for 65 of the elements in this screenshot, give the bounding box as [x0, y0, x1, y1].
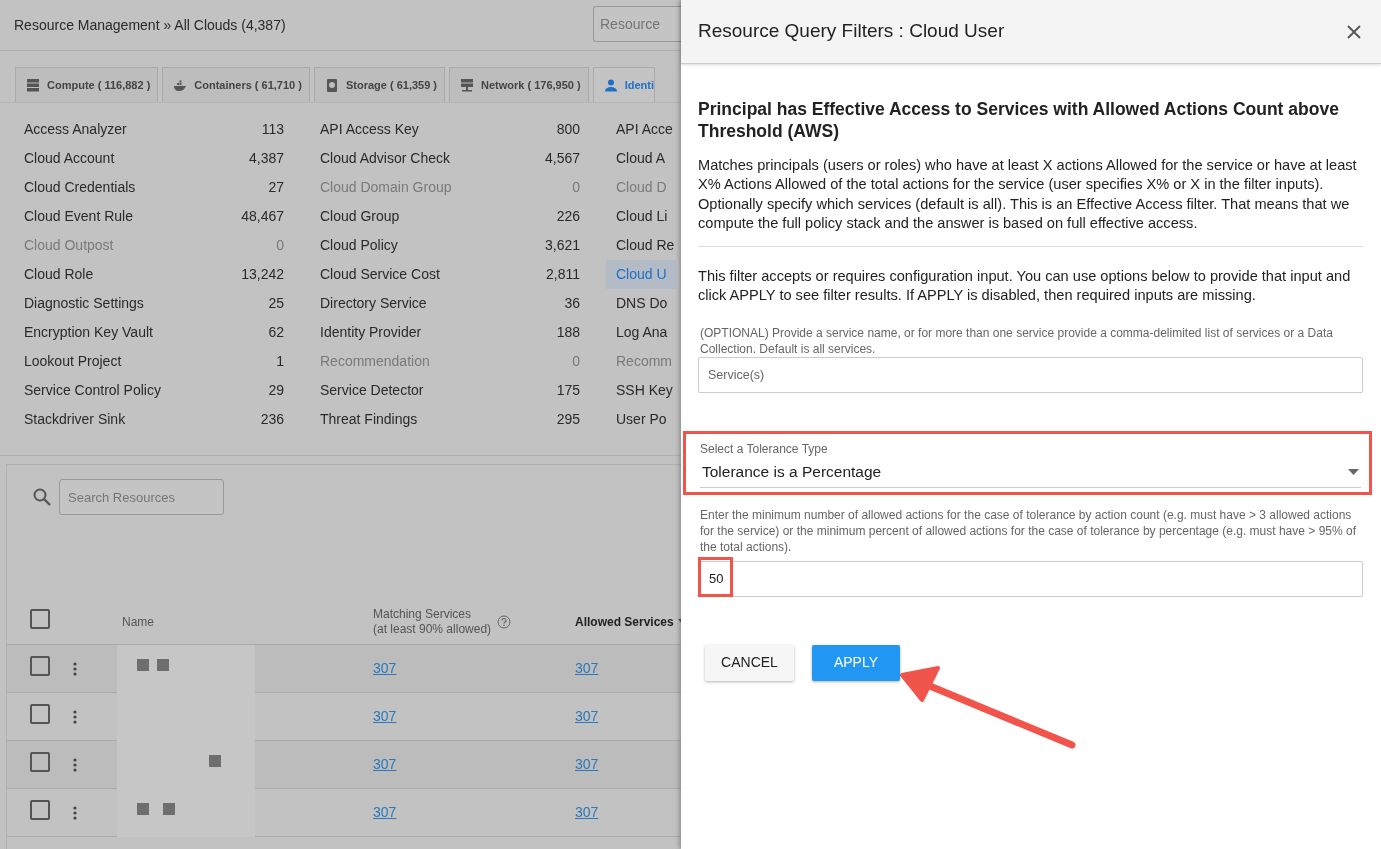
row-checkbox[interactable] [30, 655, 50, 676]
column-header[interactable]: Matching Services (at least 90% allowed) [373, 606, 492, 637]
services-field[interactable]: Service(s) [698, 357, 1363, 394]
field-label: Enter the minimum number of allowed actions for the case of tolerance by action count (e.g. must have > 3 allowed actions for the service) or the minimum percent of allowed actions for the case of tolerance by percentage (e.g. must have > 95% of the total actions). [700, 506, 1357, 555]
resource-item[interactable]: Identity Provider 188 [320, 318, 580, 347]
resource-item[interactable]: SSH Key [616, 380, 673, 401]
kebab-menu-icon[interactable] [73, 710, 77, 725]
network-icon [461, 78, 473, 92]
breadcrumb: Resource Management » All Clouds (4,387) [14, 15, 286, 35]
threshold-field[interactable]: 50 [698, 560, 1363, 597]
resource-item[interactable]: Directory Service 36 [320, 289, 580, 318]
category-tab[interactable]: Network ( 176,950 ) [449, 67, 589, 102]
row-checkbox[interactable] [30, 751, 50, 772]
resource-item[interactable]: Cloud Policy 3,621 [320, 231, 580, 260]
resource-item[interactable]: Cloud Service Cost 2,811 [320, 260, 580, 289]
kebab-menu-icon[interactable] [73, 758, 77, 773]
category-tab[interactable]: Storage ( 61,359 ) [313, 67, 445, 102]
resource-item[interactable]: Cloud Advisor Check 4,567 [320, 144, 580, 173]
resource-item[interactable]: User Po [616, 409, 667, 430]
resource-item[interactable]: Cloud Event Rule 48,467 [24, 202, 284, 231]
close-icon [1347, 25, 1361, 40]
resource-item[interactable]: Service Detector 175 [320, 376, 580, 405]
kebab-menu-icon[interactable] [73, 662, 77, 677]
resource-item[interactable]: Cloud Re [616, 235, 675, 256]
resource-item[interactable]: Stackdriver Sink 236 [24, 405, 284, 434]
cancel-button[interactable]: CANCEL [705, 644, 794, 681]
dropdown-caret-icon [1348, 469, 1359, 476]
resource-item[interactable]: Access Analyzer 113 [24, 115, 284, 144]
help-icon[interactable] [497, 614, 512, 629]
column-header[interactable]: Name [122, 612, 154, 631]
resource-item[interactable]: Cloud Role 13,242 [24, 260, 284, 289]
resource-item[interactable]: Cloud Credentials 27 [24, 173, 284, 202]
category-tab[interactable]: Containers ( 61,710 ) [162, 67, 310, 102]
field-label: (OPTIONAL) Provide a service name, or for more than one service provide a comma-delimited list of services or a Data Collection. Default is all services. [700, 325, 1334, 358]
search-field[interactable]: Search Resources [59, 479, 224, 515]
drawer-title: Resource Query Filters : Cloud User [698, 20, 1005, 43]
row-checkbox[interactable] [30, 703, 50, 724]
column-header[interactable]: Allowed Services [575, 612, 674, 631]
field-label: Select a Tolerance Type [700, 441, 829, 459]
server-icon [27, 78, 39, 92]
whale-icon [174, 78, 187, 92]
resource-item[interactable]: API Acce [616, 119, 673, 140]
resource-item[interactable]: Diagnostic Settings 25 [24, 289, 284, 318]
resource-item[interactable]: Cloud Li [616, 206, 668, 227]
person-icon [604, 78, 617, 92]
kebab-menu-icon[interactable] [73, 806, 77, 821]
select-all-checkbox[interactable] [30, 609, 50, 629]
resource-item[interactable]: Cloud Account 4,387 [24, 144, 284, 173]
search-icon [33, 488, 51, 506]
row-checkbox[interactable] [30, 799, 50, 820]
resource-item[interactable]: Log Ana [616, 322, 668, 343]
info-text: This filter accepts or requires configuration input. You can use options below to provide that input and click APPLY to see filter results. If APPLY is disabled, then required inputs are missing. [698, 266, 1352, 306]
resource-item[interactable]: Cloud A [616, 148, 666, 169]
resource-item[interactable]: Encryption Key Vault 62 [24, 318, 284, 347]
resource-item[interactable]: Threat Findings 295 [320, 405, 580, 434]
resource-item[interactable]: Service Control Policy 29 [24, 376, 284, 405]
tolerance-select[interactable]: Tolerance is a Percentage [700, 458, 1361, 484]
filter-description: Matches principals (users or roles) who have at least X actions Allowed for the service or have at least X% Actions Allowed of the total actions for the service (user specifies X% or X in the filter inputs). Optionally specify which services (default is all). This is an Effective Access filter. That means that we compute the full policy stack and the answer is based on full effective access. [698, 156, 1358, 234]
resource-item[interactable]: Lookout Project 1 [24, 347, 284, 376]
resource-item[interactable]: Cloud Group 226 [320, 202, 580, 231]
resource-item[interactable]: API Access Key 800 [320, 115, 580, 144]
resource-item[interactable]: DNS Do [616, 293, 668, 314]
search-field[interactable]: Resource [593, 6, 681, 42]
category-tab[interactable]: Compute ( 116,882 ) [15, 67, 159, 102]
filter-heading: Principal has Effective Access to Services with Allowed Actions Count above Threshold (AWS) [698, 98, 1340, 142]
